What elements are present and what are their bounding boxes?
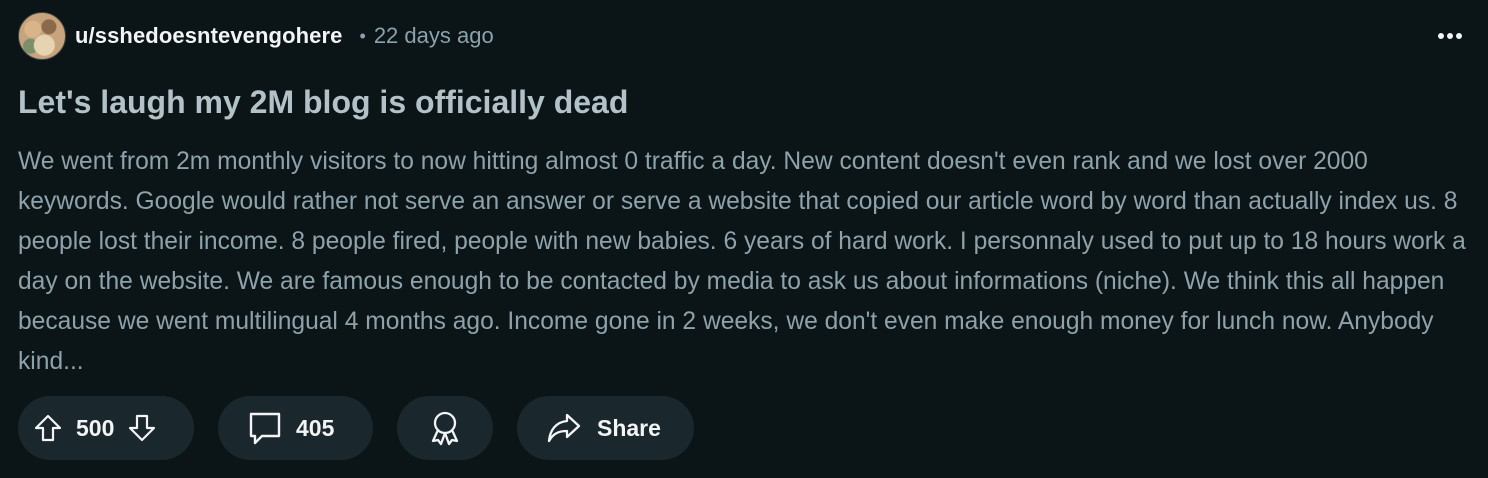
comments-button[interactable]: 405 [218, 396, 373, 460]
post-timestamp: 22 days ago [373, 23, 494, 48]
award-ribbon-icon [425, 408, 465, 448]
share-label: Share [597, 414, 661, 441]
award-button[interactable] [397, 396, 493, 460]
comment-count: 405 [296, 414, 335, 441]
arrow-down-icon[interactable] [126, 412, 158, 444]
share-button[interactable]: Share [517, 396, 694, 460]
post-card[interactable]: u/sshedoesntevengohere • 22 days ago Let… [0, 0, 1488, 478]
meta-separator: • [359, 25, 366, 46]
post-actions: 500 405 Share [18, 396, 694, 460]
arrow-up-icon[interactable] [32, 412, 64, 444]
user-avatar[interactable] [18, 12, 66, 60]
vote-group: 500 [18, 396, 194, 460]
comment-bubble-icon [246, 409, 284, 447]
post-title[interactable]: Let's laugh my 2M blog is officially dea… [18, 82, 1458, 122]
more-options-icon[interactable] [1430, 24, 1470, 48]
post-meta: u/sshedoesntevengohere • 22 days ago [18, 12, 494, 60]
post-body: We went from 2m monthly visitors to now … [18, 148, 1466, 375]
share-arrow-icon [545, 409, 583, 447]
author-link[interactable]: u/sshedoesntevengohere [75, 23, 343, 49]
vote-count: 500 [76, 414, 115, 441]
